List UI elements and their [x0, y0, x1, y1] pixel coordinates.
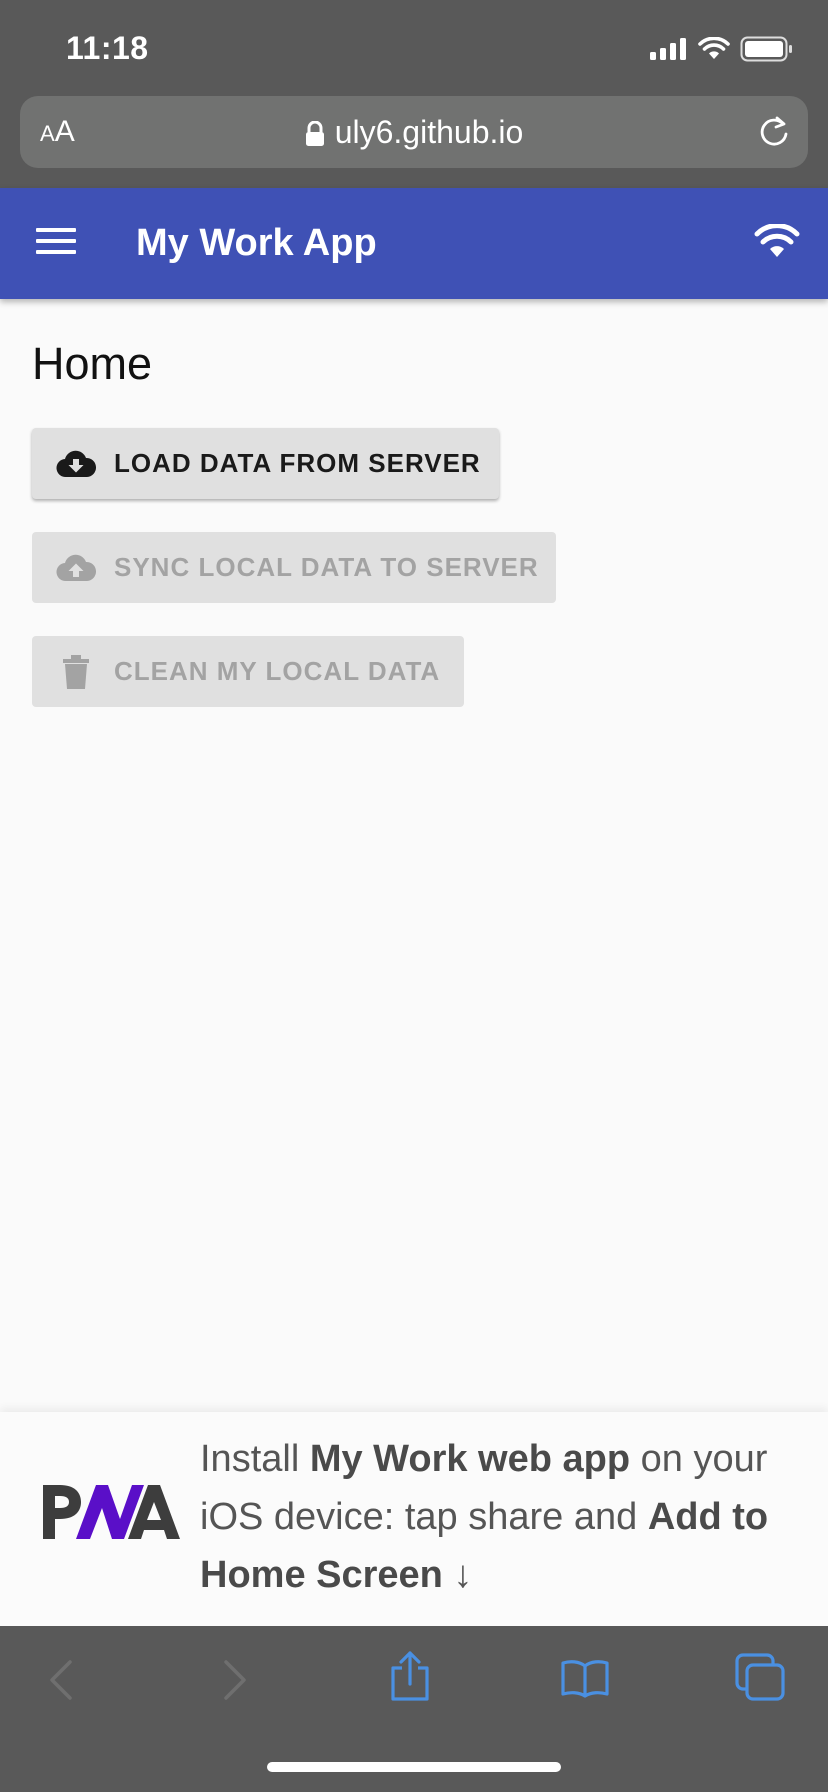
clean-data-button[interactable]: CLEAN MY LOCAL DATA — [32, 636, 464, 707]
lock-icon — [305, 121, 324, 146]
url-text: uly6.github.io — [334, 114, 524, 150]
address-bar[interactable]: AA uly6.github.io — [20, 96, 808, 168]
url-display[interactable]: uly6.github.io — [20, 114, 808, 151]
pwa-logo — [43, 1485, 180, 1539]
sync-data-label: SYNC LOCAL DATA TO SERVER — [114, 552, 539, 582]
back-icon[interactable] — [46, 1656, 76, 1704]
load-data-button[interactable]: LOAD DATA FROM SERVER — [32, 428, 499, 499]
load-data-label: LOAD DATA FROM SERVER — [114, 448, 481, 478]
screen: 11:18 AA uly6.github.io My Work App Home… — [0, 0, 828, 1792]
page-title: Home — [32, 338, 153, 389]
battery-icon — [740, 36, 792, 62]
cloud-upload-icon — [56, 550, 96, 586]
app-bar: My Work App — [0, 188, 828, 299]
bookmarks-icon[interactable] — [560, 1658, 610, 1698]
trash-icon — [56, 654, 96, 690]
reload-icon[interactable] — [756, 114, 792, 150]
tabs-icon[interactable] — [734, 1652, 786, 1702]
install-instructions: Install My Work web app on your iOS devi… — [200, 1438, 769, 1596]
browser-chrome: AA uly6.github.io — [0, 96, 828, 188]
app-title: My Work App — [136, 222, 377, 264]
share-icon[interactable] — [388, 1650, 432, 1702]
cloud-download-icon — [56, 446, 96, 482]
sync-data-button[interactable]: SYNC LOCAL DATA TO SERVER — [32, 532, 556, 603]
menu-icon[interactable] — [36, 228, 76, 258]
wifi-icon — [754, 224, 800, 257]
home-indicator[interactable] — [267, 1762, 561, 1772]
install-banner: Install My Work web app on your iOS devi… — [0, 1412, 828, 1626]
app-name: My Work web app — [309, 1438, 631, 1480]
status-bar: 11:18 — [0, 0, 828, 96]
signal-icon — [650, 38, 686, 60]
clean-data-label: CLEAN MY LOCAL DATA — [114, 656, 441, 686]
status-icons — [650, 36, 794, 62]
wifi-icon — [698, 37, 730, 59]
forward-icon[interactable] — [220, 1656, 250, 1704]
arrow-down-icon: ↓ — [442, 1554, 473, 1596]
status-time: 11:18 — [66, 30, 149, 66]
